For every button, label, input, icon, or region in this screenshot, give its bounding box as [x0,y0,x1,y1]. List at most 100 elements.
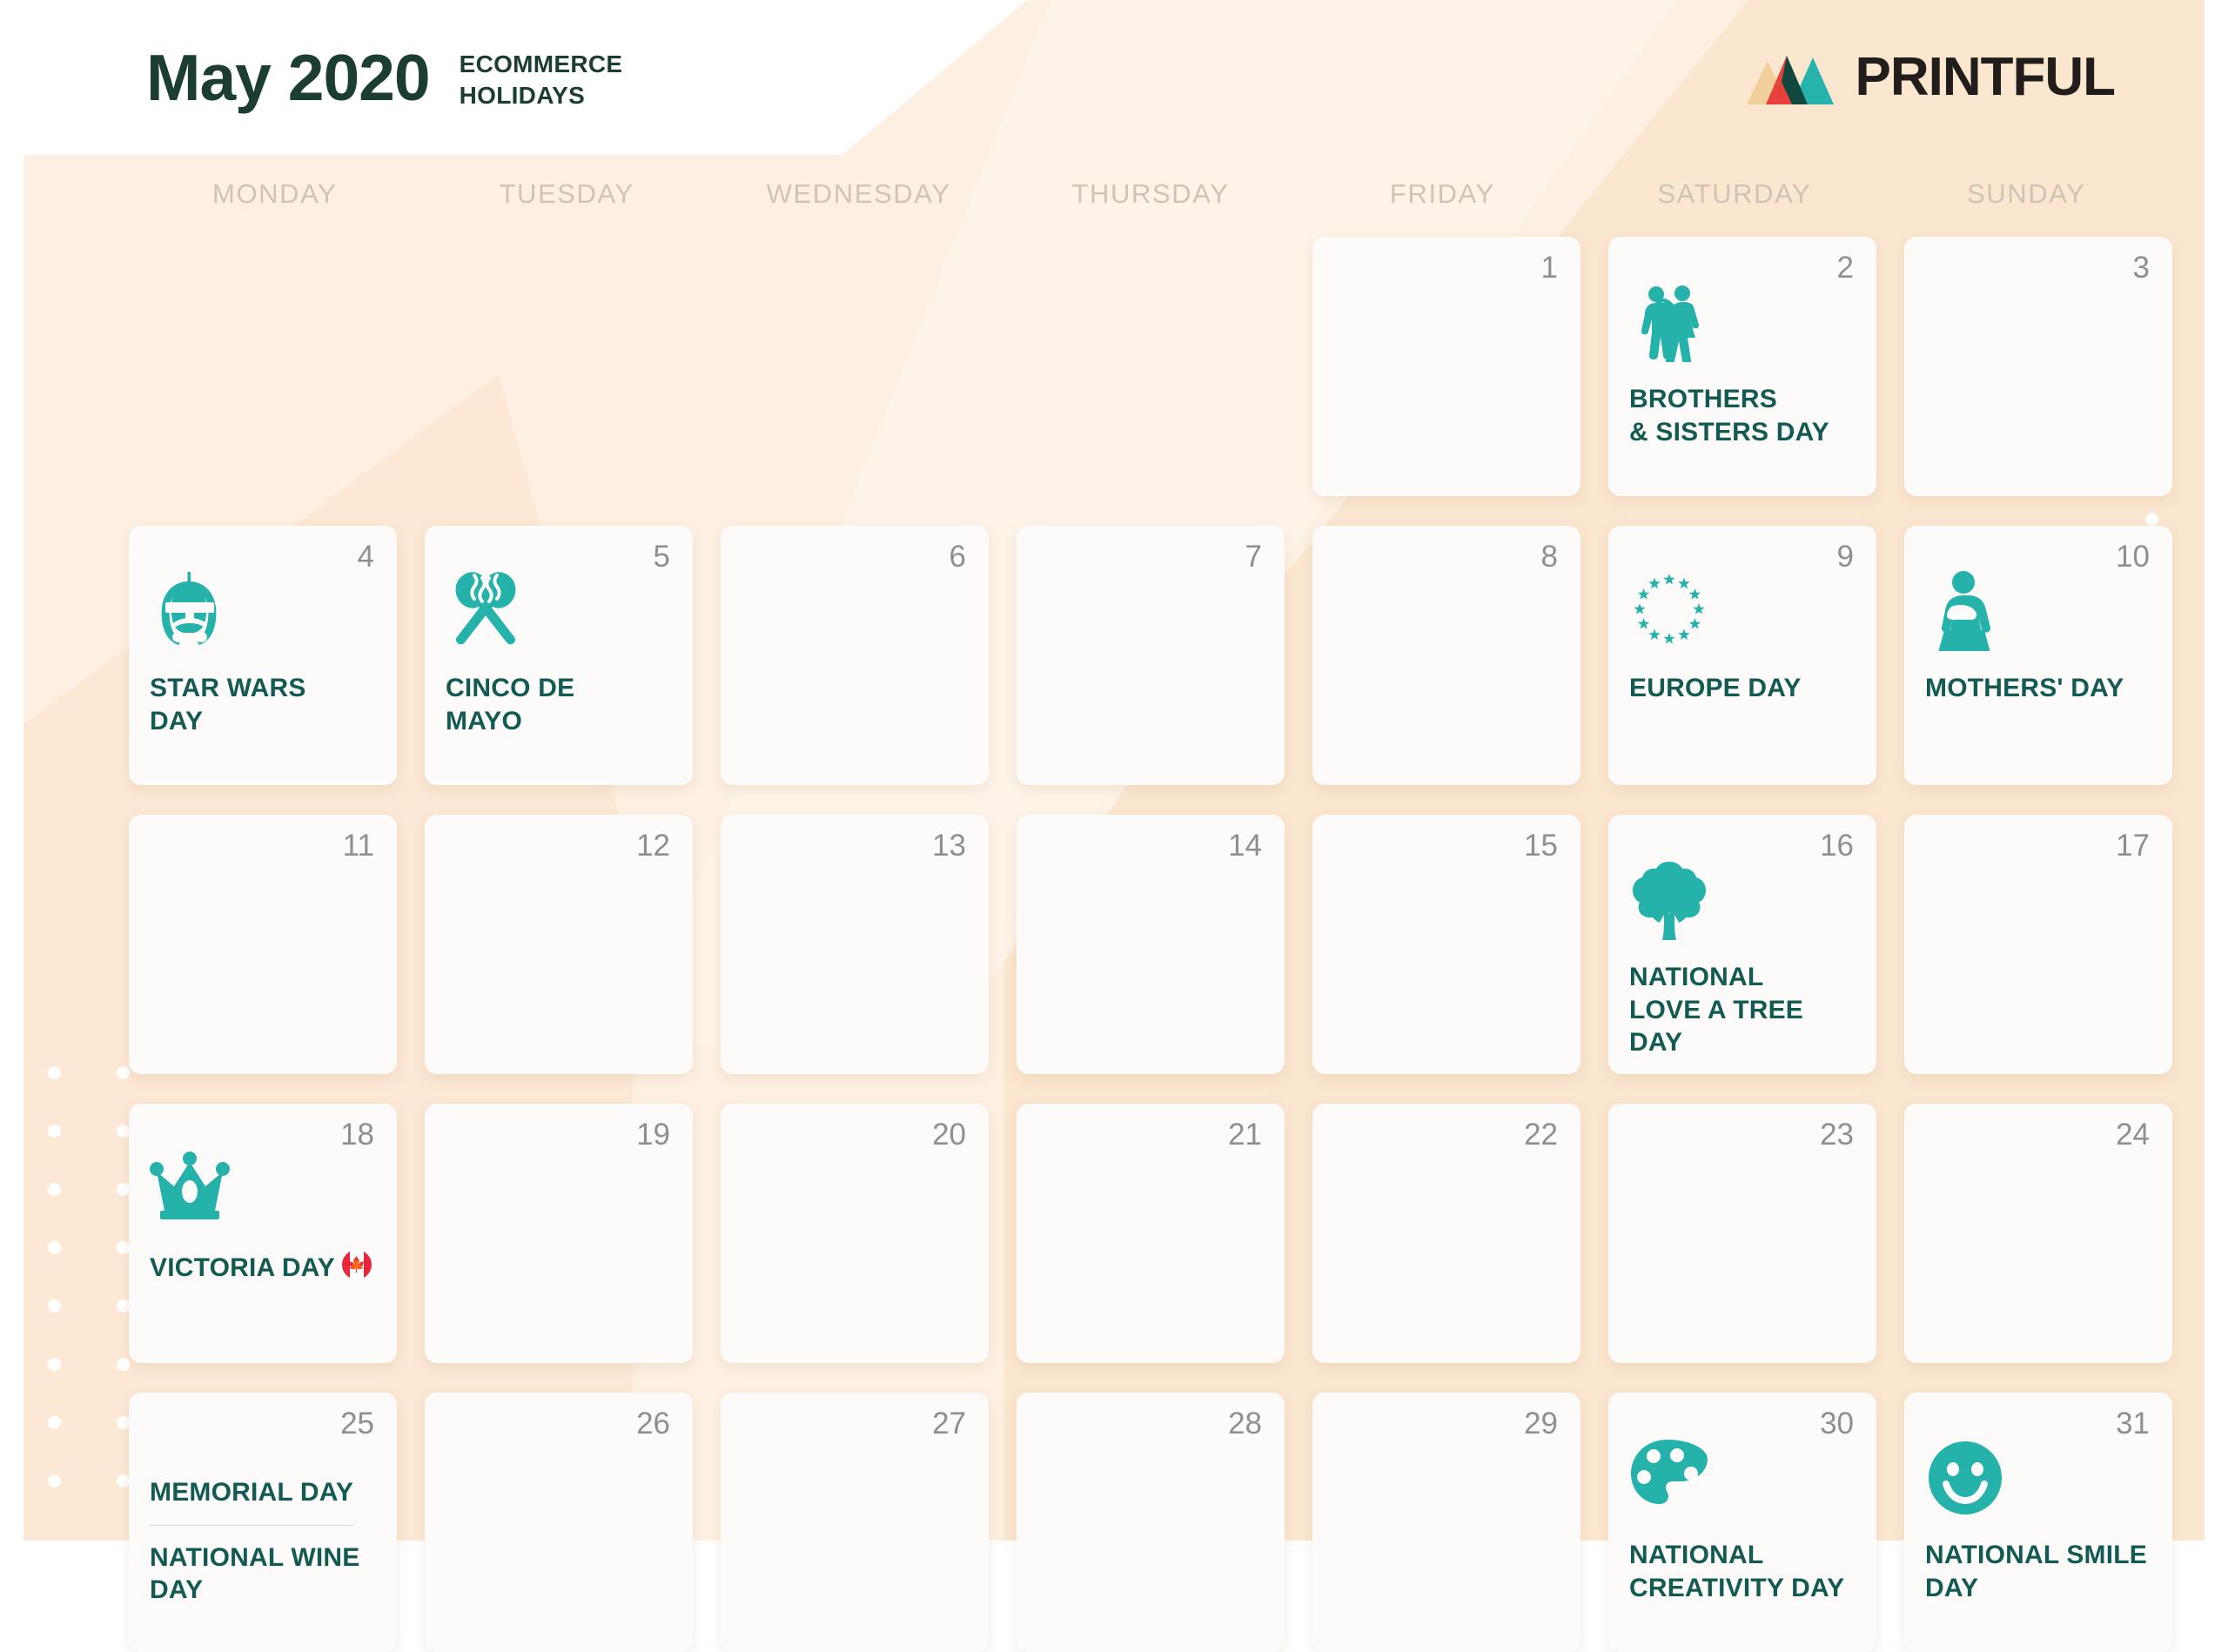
decorative-dot [2214,746,2227,759]
calendar-day-20[interactable]: 20 [721,1104,989,1363]
day-number: 7 [1245,540,1262,574]
calendar-day-6[interactable]: 6 [721,526,989,785]
decorative-dot [2214,513,2227,526]
calendar-day-26[interactable]: 26 [425,1393,693,1652]
calendar-day-22[interactable]: 22 [1312,1104,1580,1363]
day-number: 6 [949,540,966,574]
maracas-icon [446,571,526,651]
event-label: EUROPE DAY [1629,674,1802,702]
event-label: BROTHERS & SISTERS DAY [1629,385,1829,447]
calendar-grid: 12 BROTHERS & SISTERS DAY 3 4 STAR WARS DA… [129,237,2172,1652]
tree-icon [1629,860,1709,940]
calendar-day-4[interactable]: 4 STAR WARS DAY [129,526,397,785]
event-stack: STAR WARS DAY [150,672,379,737]
calendar-day-23[interactable]: 23 [1608,1104,1876,1363]
day-number: 15 [1524,829,1558,863]
event-label: NATIONAL WINE DAY [150,1542,360,1605]
calendar-day-30[interactable]: 30 NATIONAL CREATIVITY DAY [1608,1393,1876,1652]
brothers-sisters-icon [1629,282,1709,362]
calendar-day-19[interactable]: 19 [425,1104,693,1363]
page-title: May 2020 [146,40,431,114]
calendar-day-8[interactable]: 8 [1312,526,1580,785]
calendar-day-21[interactable]: 21 [1017,1104,1285,1363]
printful-mountains-icon [1747,56,1835,104]
decorative-dot-pattern-left [48,1066,130,1487]
decorative-dot [117,1416,130,1429]
day-number: 27 [932,1407,966,1440]
event-label: MEMORIAL DAY [150,1478,354,1507]
weekday-header-thursday: THURSDAY [1071,178,1230,209]
calendar-empty-slot [721,237,989,496]
decorative-dot [117,1066,130,1079]
calendar-day-3[interactable]: 3 [1904,237,2172,496]
calendar-day-2[interactable]: 2 BROTHERS & SISTERS DAY [1608,237,1876,496]
calendar-day-16[interactable]: 16 NATIONAL LOVE A TREE DAY [1608,815,1876,1074]
day-number: 3 [2132,251,2150,285]
event-label: NATIONAL SMILE DAY [1925,1541,2148,1602]
calendar-day-17[interactable]: 17 [1904,815,2172,1074]
weekday-header-row: MONDAY TUESDAY WEDNESDAY THURSDAY FRIDAY SATU… [129,178,2172,210]
event-label: NATIONAL CREATIVITY DAY [1629,1541,1845,1602]
day-number: 26 [636,1407,670,1440]
calendar-empty-slot [425,237,693,496]
decorative-dot [2214,629,2227,642]
day-number: 5 [653,540,670,574]
event-stack: MEMORIAL DAY NATIONAL WINE DAY [150,1476,379,1607]
eu-stars-icon [1629,571,1709,651]
day-number: 16 [1820,829,1854,863]
day-number: 22 [1524,1118,1558,1152]
calendar-day-12[interactable]: 12 [425,815,693,1074]
calendar-day-29[interactable]: 29 [1312,1393,1580,1652]
calendar-day-15[interactable]: 15 [1312,815,1580,1074]
calendar-day-7[interactable]: 7 [1017,526,1285,785]
calendar-day-11[interactable]: 11 [129,815,397,1074]
day-number: 13 [932,829,966,863]
day-number: 18 [340,1118,374,1152]
day-number: 28 [1228,1407,1262,1440]
palette-icon [1629,1438,1709,1518]
calendar-day-18[interactable]: 18 VICTORIA DAY 🍁 [129,1104,397,1363]
decorative-dot [2214,454,2227,467]
day-number: 12 [636,829,670,863]
event-label: STAR WARS DAY [150,674,306,735]
calendar-day-14[interactable]: 14 [1017,815,1285,1074]
calendar-day-5[interactable]: 5 CINCO DE MAYO [425,526,693,785]
event-stack: NATIONAL SMILE DAY [1925,1539,2155,1604]
event-label: NATIONAL LOVE A TREE DAY [1629,963,1803,1057]
decorative-dot [117,1358,130,1371]
decorative-dot [48,1241,61,1254]
event-divider [150,1524,353,1526]
calendar-day-13[interactable]: 13 [721,815,989,1074]
calendar-day-24[interactable]: 24 [1904,1104,2172,1363]
day-number: 8 [1540,540,1558,574]
calendar-day-1[interactable]: 1 [1312,237,1580,496]
day-number: 25 [340,1407,374,1440]
calendar-day-28[interactable]: 28 [1017,1393,1285,1652]
event-stack: NATIONAL CREATIVITY DAY [1629,1539,1859,1604]
printful-logo: PRINTFUL [1747,50,2116,104]
decorative-dot [117,1241,130,1254]
calendar-day-31[interactable]: 31 NATIONAL SMILE DAY [1904,1393,2172,1652]
event-stack: MOTHERS' DAY [1925,672,2155,705]
day-number: 21 [1228,1118,1262,1152]
day-number: 14 [1228,829,1262,863]
decorative-dot [2214,571,2227,584]
calendar-day-10[interactable]: 10 MOTHERS' DAY [1904,526,2172,785]
event-stack: VICTORIA DAY 🍁 [150,1250,379,1285]
weekday-header-wednesday: WEDNESDAY [766,178,951,209]
event-stack: CINCO DE MAYO [446,672,675,737]
day-number: 4 [357,540,374,574]
calendar-day-9[interactable]: 9 EUROPE DAY [1608,526,1876,785]
canada-flag-icon: 🍁 [342,1250,372,1279]
crown-icon [150,1149,230,1229]
calendar-day-27[interactable]: 27 [721,1393,989,1652]
decorative-dot [2214,396,2227,409]
event-label: CINCO DE MAYO [446,674,575,735]
decorative-dot [48,1358,61,1371]
calendar-day-25[interactable]: 25 MEMORIAL DAY NATIONAL WINE DAY [129,1393,397,1652]
day-number: 29 [1524,1407,1558,1440]
page-subtitle: ECOMMERCE HOLIDAYS [459,50,623,109]
day-number: 10 [2116,540,2150,574]
day-number: 20 [932,1118,966,1152]
day-number: 9 [1836,540,1854,574]
